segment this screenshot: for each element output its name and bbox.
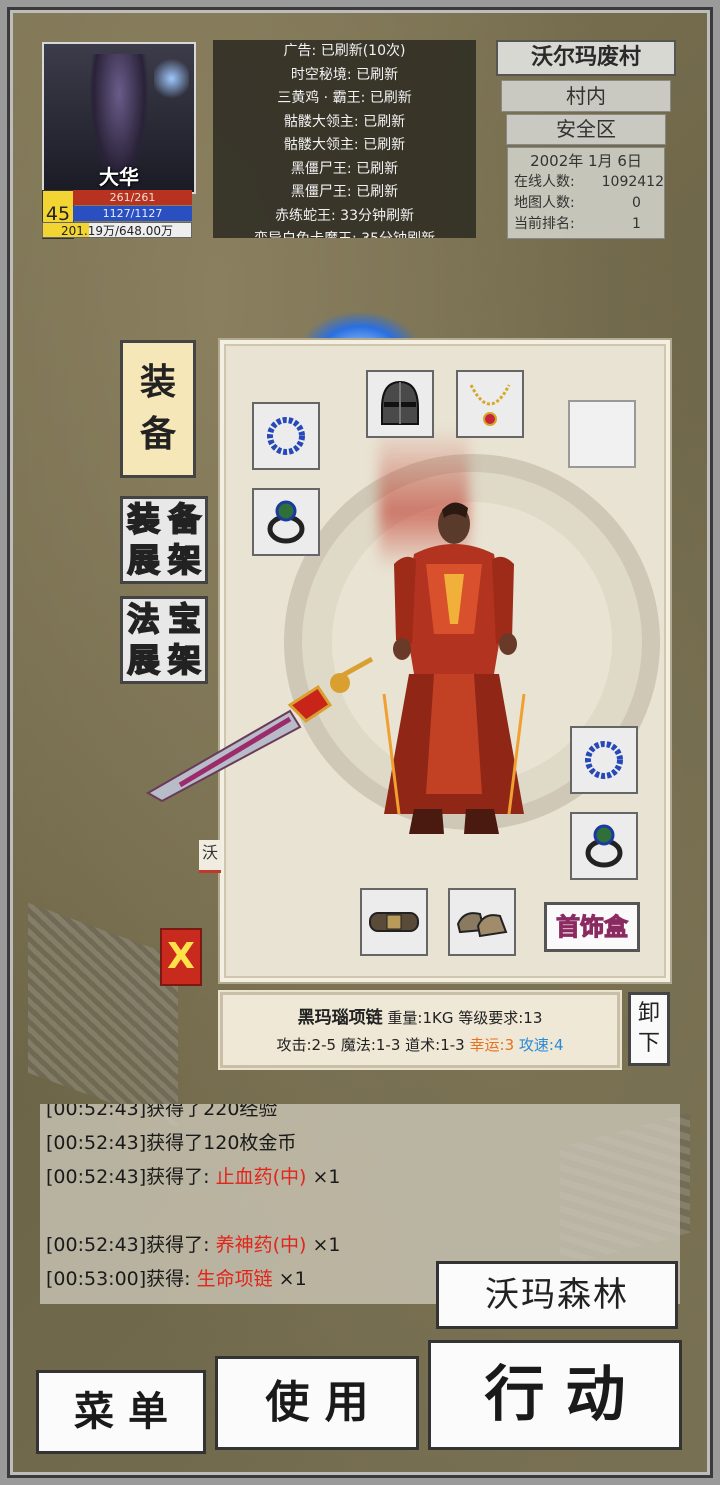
log-prefix: [00:52:43]获得了120枚金币	[46, 1132, 297, 1154]
item-level-req: 等级要求:13	[458, 1009, 543, 1027]
slot-belt[interactable]	[360, 888, 428, 956]
log-suffix: ×1	[306, 1166, 341, 1188]
map-count-value: 0	[632, 195, 641, 211]
tab-equipment-char-2: 备	[139, 414, 176, 455]
refresh-item: 三黄鸡 · 霸王: 已刷新	[277, 90, 412, 106]
refresh-item: 黑僵尸王: 已刷新	[290, 184, 399, 200]
tab-equipment[interactable]: 装 备	[120, 340, 196, 478]
map-name: 沃尔玛废村	[496, 40, 676, 76]
necklace-icon	[469, 384, 511, 426]
tab-equipment-char-1: 装	[139, 362, 176, 403]
exp-bar: 201.19万/648.00万	[42, 222, 192, 238]
slot-necklace[interactable]	[456, 370, 524, 438]
action-button[interactable]: 行 动	[428, 1340, 682, 1450]
boots-icon	[456, 912, 508, 938]
item-luck: 幸运:3	[469, 1036, 515, 1054]
refresh-item: 骷髅大领主: 已刷新	[283, 137, 406, 153]
shelf-char: 架	[167, 540, 201, 580]
log-prefix: [00:53:00]获得:	[46, 1268, 197, 1290]
unequip-char-2: 下	[637, 1031, 660, 1056]
destination-button[interactable]: 沃玛森林	[436, 1261, 678, 1329]
player-avatar[interactable]: 大华	[42, 42, 196, 194]
log-item: 生命项链	[196, 1268, 273, 1290]
equipment-shelf-button[interactable]: 装 备 展 架	[120, 496, 208, 584]
log-prefix: [00:52:43]获得了:	[46, 1234, 216, 1256]
slot-helmet[interactable]	[366, 370, 434, 438]
log-suffix: ×1	[306, 1234, 341, 1256]
hp-bar: 261/261	[73, 190, 192, 205]
belt-icon	[369, 912, 419, 932]
bracelet-icon	[267, 417, 305, 455]
ring-icon	[267, 500, 305, 544]
unequip-button[interactable]: 卸 下	[628, 992, 670, 1066]
slot-boots[interactable]	[448, 888, 516, 956]
helmet-icon	[381, 380, 419, 425]
item-weight: 重量:1KG	[387, 1009, 454, 1027]
item-name: 黑玛瑙项链	[297, 1008, 383, 1028]
log-line: [00:52:43]获得了: 止血药(中) ×1	[40, 1160, 680, 1194]
shelf-char: 备	[167, 499, 201, 539]
log-prefix: [00:52:43]获得了:	[46, 1166, 216, 1188]
item-attack: 攻击:2-5	[276, 1036, 337, 1054]
refresh-item: 変异白兔卡魔王: 35分钟刷新	[213, 228, 476, 238]
log-line: [00:52:43]获得了120枚金币	[40, 1126, 680, 1160]
close-button[interactable]: X	[160, 928, 202, 986]
menu-button[interactable]: 菜 单	[36, 1370, 206, 1454]
ring-icon	[585, 824, 623, 868]
mp-bar: 1127/1127	[73, 206, 192, 221]
side-name-tag: 沃	[199, 840, 221, 873]
accessory-box-button[interactable]: 首饰盒	[544, 902, 640, 952]
slot-bracelet-right[interactable]	[570, 726, 638, 794]
use-button[interactable]: 使 用	[215, 1356, 419, 1450]
shelf-char: 展	[126, 540, 160, 580]
refresh-item: 骷髅大领主: 已刷新	[283, 113, 406, 130]
log-item: 养神药(中)	[215, 1234, 307, 1256]
area-label: 村内	[501, 80, 671, 112]
boss-refresh-panel[interactable]: 广告: 已刷新(10次) 时空秘境: 已刷新 三黄鸡 · 霸王: 已刷新 骷髅大领主:…	[213, 40, 476, 238]
log-prefix: [00:52:43]获得了220经验	[46, 1104, 278, 1120]
log-item: 止血药(中)	[215, 1166, 307, 1188]
log-line: [00:52:43]获得了220经验	[40, 1104, 680, 1126]
item-magic: 魔法:1-3	[340, 1036, 401, 1054]
online-label: 在线人数:	[514, 174, 575, 190]
shelf-char: 宝	[167, 599, 201, 639]
item-info-panel: 黑玛瑙项链 重量:1KG 等级要求:13 攻击:2-5 魔法:1-3 道术:1-…	[220, 992, 620, 1068]
item-speed: 攻速:4	[518, 1036, 564, 1054]
log-line: [00:52:43]获得了: 养神药(中) ×1	[40, 1228, 680, 1262]
slot-ring-left[interactable]	[252, 488, 320, 556]
game-date: 2002年 1月 6日	[530, 152, 642, 170]
item-tao: 道术:1-3	[405, 1036, 465, 1054]
zone-label: 安全区	[506, 114, 666, 145]
exp-text: 201.19万/648.00万	[60, 224, 174, 238]
refresh-item: 黑僵尸王: 已刷新	[290, 160, 399, 177]
rank-label: 当前排名:	[514, 216, 575, 232]
unequip-char-1: 卸	[637, 1001, 660, 1026]
shelf-char: 法	[126, 599, 160, 639]
refresh-item: 时空秘境: 已刷新	[290, 66, 399, 83]
slot-ring-right[interactable]	[570, 812, 638, 880]
server-info: 2002年 1月 6日 在线人数: 1092412 地图人数: 0 当前排名: 1	[507, 147, 665, 239]
rank-value: 1	[632, 216, 641, 232]
bracelet-icon	[585, 741, 623, 779]
weapon-sword	[145, 656, 374, 803]
avatar-magic-glow	[154, 56, 189, 101]
online-value: 1092412	[601, 174, 664, 190]
refresh-item: 广告: 已刷新(10次)	[283, 43, 406, 59]
shelf-char: 装	[126, 499, 160, 539]
player-name: 大华	[99, 165, 139, 189]
slot-empty[interactable]	[568, 400, 636, 468]
slot-bracelet-left[interactable]	[252, 402, 320, 470]
refresh-item: 赤练蛇王: 33分钟刷新	[275, 207, 414, 224]
map-count-label: 地图人数:	[514, 195, 575, 211]
log-suffix: ×1	[272, 1268, 307, 1290]
